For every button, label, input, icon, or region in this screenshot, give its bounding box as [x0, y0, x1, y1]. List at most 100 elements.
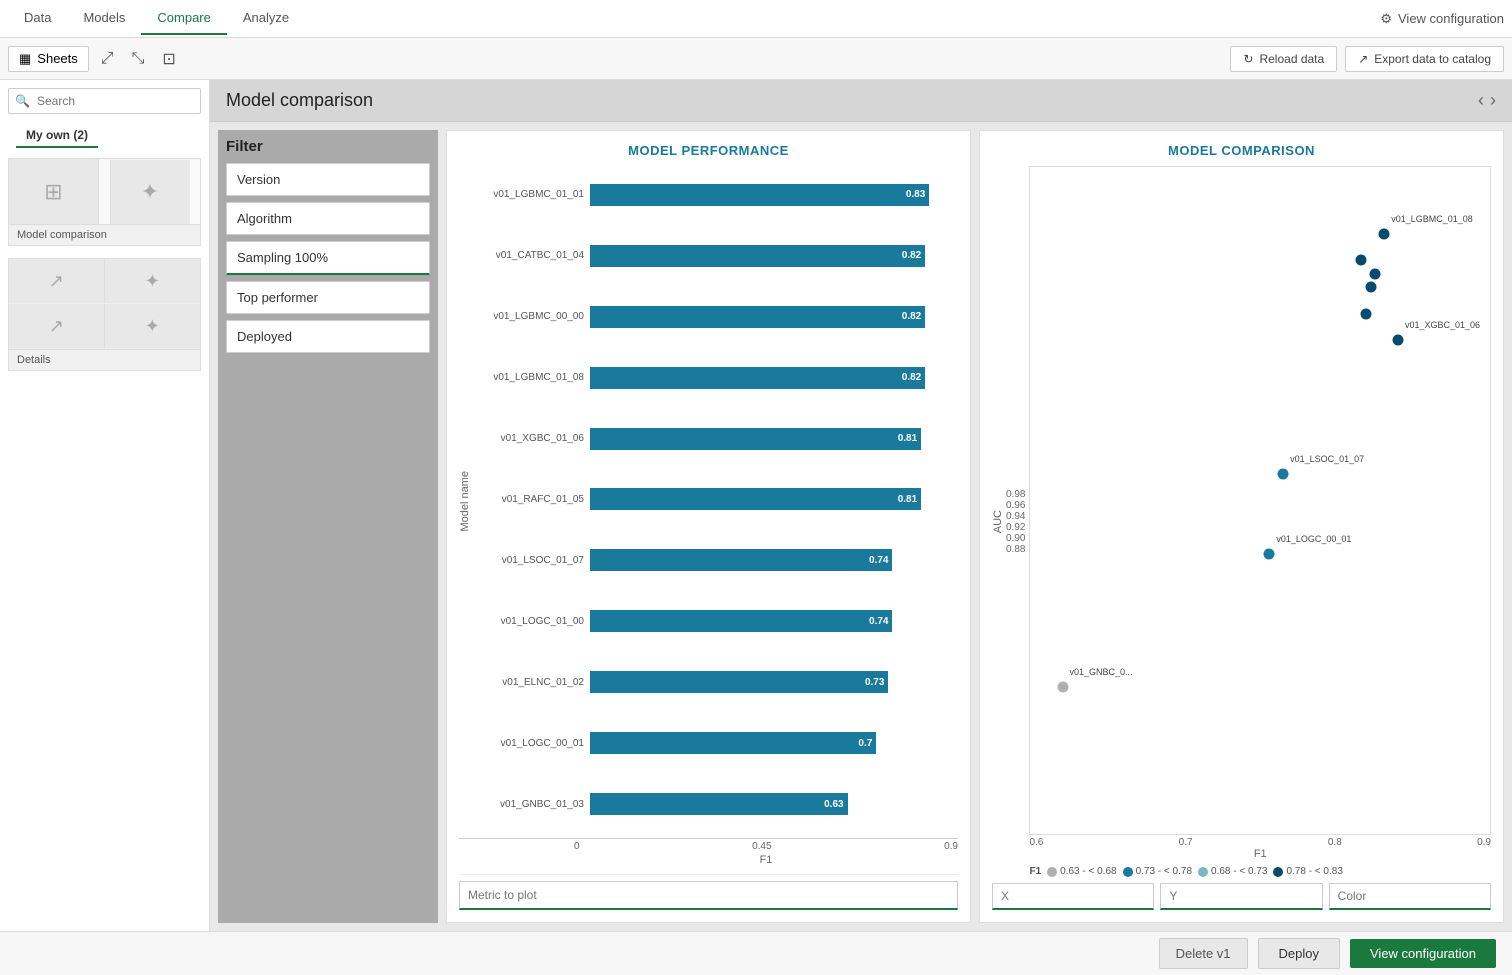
- sheets-button[interactable]: ▦ Sheets: [8, 46, 89, 72]
- scatter-dot[interactable]: [1356, 255, 1367, 266]
- filter-top-performer-button[interactable]: Top performer: [226, 281, 430, 314]
- details-label: Details: [9, 349, 200, 370]
- view-config-button[interactable]: ⚙ View configuration: [1380, 11, 1504, 27]
- bar-row: v01_LOGC_00_010.7: [475, 714, 958, 772]
- performance-chart-title: MODEL PERFORMANCE: [459, 143, 958, 158]
- search-input[interactable]: [8, 88, 201, 114]
- reload-icon: ↻: [1243, 52, 1253, 66]
- scatter-legend: F1 0.63 - < 0.68 0.73 - < 0.78: [1029, 866, 1491, 877]
- sheets-icon: ▦: [19, 51, 31, 67]
- bar-container: 0.74: [590, 610, 958, 632]
- bottom-bar: Delete v1 Deploy View configuration: [0, 931, 1512, 975]
- bar-label: v01_XGBC_01_06: [475, 433, 590, 444]
- legend-dot-medium: [1123, 867, 1133, 877]
- scatter-dot-label: v01_GNBC_0...: [1070, 667, 1133, 677]
- legend-dot-dark: [1273, 867, 1283, 877]
- scatter-dot[interactable]: [1393, 335, 1404, 346]
- bar[interactable]: 0.82: [590, 306, 925, 328]
- axis-inputs: [992, 883, 1491, 910]
- bar[interactable]: 0.7: [590, 732, 876, 754]
- details-card[interactable]: ↗ ✦ ↗ ✦ Details: [8, 258, 201, 371]
- top-nav: Data Models Compare Analyze ⚙ View confi…: [0, 0, 1512, 38]
- model-thumb-right: ✦: [99, 160, 200, 224]
- bar-row: v01_LGBMC_01_080.82: [475, 349, 958, 407]
- bar[interactable]: 0.74: [590, 610, 892, 632]
- x-axis-input[interactable]: [992, 883, 1154, 910]
- scatter-dot[interactable]: [1365, 282, 1376, 293]
- search-icon: 🔍: [15, 94, 30, 108]
- toolbar-icon-3[interactable]: ⊡: [156, 45, 181, 73]
- sidebar: 🔍 My own (2) ⊞ ✦ Model comparison: [0, 80, 210, 931]
- puzzle-icon-2: ✦: [141, 179, 159, 205]
- delete-button[interactable]: Delete v1: [1159, 938, 1248, 969]
- bar[interactable]: 0.82: [590, 367, 925, 389]
- tab-analyze[interactable]: Analyze: [227, 2, 305, 35]
- bar-container: 0.7: [590, 732, 958, 754]
- bar-label: v01_LSOC_01_07: [475, 555, 590, 566]
- bar-label: v01_LGBMC_01_01: [475, 189, 590, 200]
- bar[interactable]: 0.74: [590, 549, 892, 571]
- y-input-wrap: [1160, 883, 1322, 910]
- details-cell-3: ↗: [9, 304, 105, 348]
- bar[interactable]: 0.83: [590, 184, 929, 206]
- bar-container: 0.83: [590, 184, 958, 206]
- export-button[interactable]: ↗ Export data to catalog: [1345, 46, 1504, 72]
- bar-label: v01_LGBMC_00_00: [475, 311, 590, 322]
- export-icon-2: ↗: [49, 271, 64, 292]
- legend-title: F1: [1029, 866, 1041, 877]
- toolbar: ▦ Sheets ⤢ ⤡ ⊡ ↻ Reload data ↗ Export da…: [0, 38, 1512, 80]
- filter-sampling-button[interactable]: Sampling 100%: [226, 241, 430, 275]
- scatter-dot-label: v01_LSOC_01_07: [1290, 454, 1364, 464]
- scatter-dot[interactable]: [1278, 468, 1289, 479]
- filter-version-button[interactable]: Version: [226, 163, 430, 196]
- deploy-button[interactable]: Deploy: [1258, 938, 1340, 969]
- metric-to-plot-input[interactable]: [459, 881, 958, 910]
- details-row-1: ↗ ✦: [9, 259, 200, 304]
- bar[interactable]: 0.63: [590, 793, 848, 815]
- scatter-dot[interactable]: [1379, 228, 1390, 239]
- scatter-dot[interactable]: [1264, 548, 1275, 559]
- scatter-chart-title: MODEL COMPARISON: [992, 143, 1491, 158]
- scatter-dot-label: v01_LOGC_00_01: [1276, 534, 1351, 544]
- bar-row: v01_ELNC_01_020.73: [475, 653, 958, 711]
- page-header: Model comparison ‹ ›: [210, 80, 1512, 122]
- bar[interactable]: 0.73: [590, 671, 888, 693]
- bar-container: 0.63: [590, 793, 958, 815]
- y-axis-input[interactable]: [1160, 883, 1322, 910]
- filter-algorithm-button[interactable]: Algorithm: [226, 202, 430, 235]
- model-comparison-card[interactable]: ⊞ ✦ Model comparison: [8, 158, 201, 246]
- filter-panel: Filter Version Algorithm Sampling 100% T…: [218, 130, 438, 923]
- toolbar-icon-2[interactable]: ⤡: [126, 46, 151, 72]
- tab-data[interactable]: Data: [8, 2, 67, 35]
- scatter-x-labels: 0.6 0.7 0.8 0.9: [1029, 837, 1491, 848]
- bar-container: 0.82: [590, 245, 958, 267]
- bar-label: v01_LOGC_00_01: [475, 738, 590, 749]
- scatter-y-label: AUC: [992, 510, 1004, 533]
- bar[interactable]: 0.82: [590, 245, 925, 267]
- bar[interactable]: 0.81: [590, 428, 921, 450]
- details-cell-2: ✦: [105, 259, 201, 303]
- nav-prev-button[interactable]: ‹: [1478, 90, 1484, 111]
- toolbar-icon-1[interactable]: ⤢: [95, 46, 120, 72]
- bar[interactable]: 0.81: [590, 488, 921, 510]
- y-axis-label: Model name: [459, 471, 471, 532]
- page-title: Model comparison: [226, 90, 373, 111]
- star-icon-2: ✦: [145, 316, 160, 337]
- model-comparison-label: Model comparison: [9, 224, 200, 245]
- filter-deployed-button[interactable]: Deployed: [226, 320, 430, 353]
- x-input-wrap: [992, 883, 1154, 910]
- scatter-dot[interactable]: [1360, 308, 1371, 319]
- tab-compare[interactable]: Compare: [141, 2, 226, 35]
- reload-data-button[interactable]: ↻ Reload data: [1230, 46, 1337, 72]
- nav-next-button[interactable]: ›: [1490, 90, 1496, 111]
- metric-input-row: [459, 874, 958, 910]
- puzzle-icon: ⊞: [44, 179, 62, 205]
- bar-container: 0.81: [590, 488, 958, 510]
- scatter-chart-panel: MODEL COMPARISON AUC 0.98 0.96 0.94 0.92…: [979, 130, 1504, 923]
- scatter-dot[interactable]: [1057, 682, 1068, 693]
- tab-models[interactable]: Models: [67, 2, 141, 35]
- bar-row: v01_CATBC_01_040.82: [475, 227, 958, 285]
- view-config-bottom-button[interactable]: View configuration: [1350, 939, 1496, 968]
- scatter-dot[interactable]: [1370, 268, 1381, 279]
- color-input[interactable]: [1329, 883, 1491, 910]
